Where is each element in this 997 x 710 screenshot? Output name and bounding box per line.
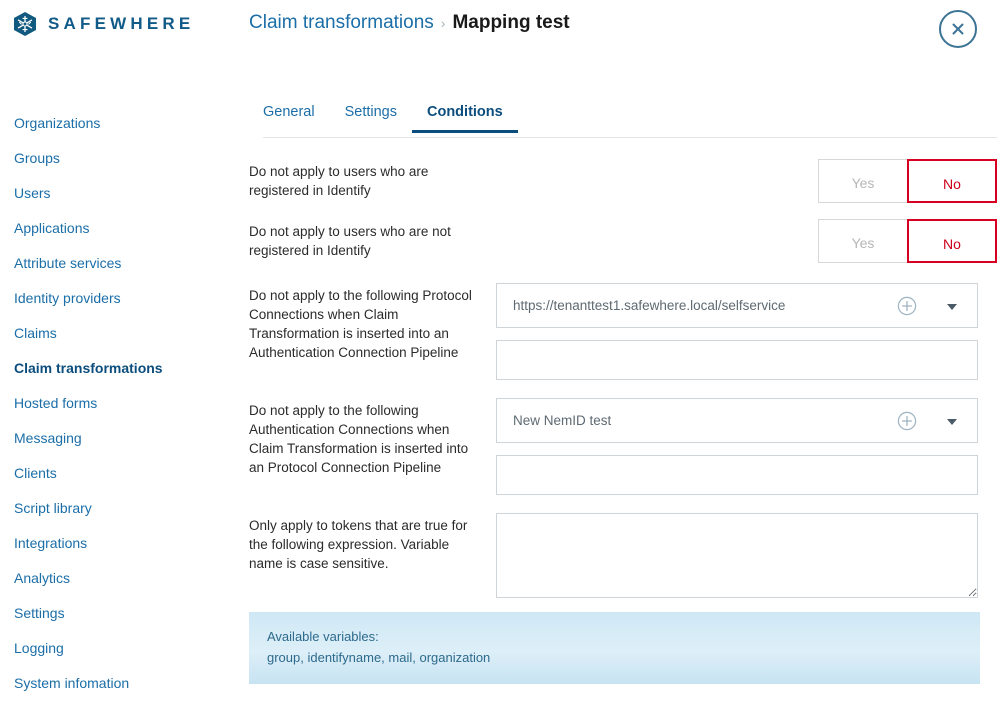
row-not-registered-in-identify: Do not apply to users who are not regist… [249,219,997,263]
toggle-registered-yes[interactable]: Yes [818,159,908,203]
plus-circle-icon[interactable] [897,296,917,316]
close-icon [950,21,966,37]
protocol-connections-secondary-box[interactable] [496,340,978,380]
sidebar-item-groups[interactable]: Groups [0,141,235,176]
sidebar-item-script-library[interactable]: Script library [0,491,235,526]
sidebar-item-organizations[interactable]: Organizations [0,106,235,141]
brand-logo[interactable]: SAFEWHERE [12,11,194,37]
breadcrumb: Claim transformations › Mapping test [249,12,570,34]
page-title: Mapping test [452,12,570,33]
conditions-form: Do not apply to users who are registered… [235,159,997,684]
tab-conditions[interactable]: Conditions [412,100,518,133]
protocol-connections-selected-value: https://tenanttest1.safewhere.local/self… [513,298,786,313]
app-header: SAFEWHERE Claim transformations › Mappin… [0,0,997,92]
sidebar-item-applications[interactable]: Applications [0,211,235,246]
breadcrumb-separator-icon: › [440,15,446,31]
row-label: Do not apply to users who are registered… [249,164,429,198]
authentication-connections-select[interactable]: New NemID test [496,398,978,443]
sidebar-item-claims[interactable]: Claims [0,316,235,351]
row-field: https://tenanttest1.safewhere.local/self… [496,283,997,380]
available-variables-title: Available variables: [267,629,379,644]
row-registered-in-identify: Do not apply to users who are registered… [249,159,997,203]
row-field: Yes No [496,159,997,203]
sidebar-item-clients[interactable]: Clients [0,456,235,491]
tab-general[interactable]: General [263,100,330,133]
sidebar-nav: Organizations Groups Users Applications … [0,100,235,701]
tab-settings[interactable]: Settings [330,100,412,133]
toggle-not-registered-no[interactable]: No [907,219,997,263]
toggle-not-registered-yes[interactable]: Yes [818,219,908,263]
toggle-not-registered: Yes No [496,219,997,263]
row-protocol-connections: Do not apply to the following Protocol C… [249,283,997,380]
row-field: Yes No [496,219,997,263]
sidebar-item-claim-transformations[interactable]: Claim transformations [0,351,235,386]
toggle-registered: Yes No [496,159,997,203]
sidebar-item-system-information[interactable]: System infomation [0,666,235,701]
sidebar-item-messaging[interactable]: Messaging [0,421,235,456]
tab-bar: General Settings Conditions [249,100,997,138]
snowflake-hexagon-icon [12,11,38,37]
breadcrumb-parent-link[interactable]: Claim transformations [249,12,434,34]
plus-circle-icon[interactable] [897,411,917,431]
row-label: Do not apply to users who are not regist… [249,224,451,258]
protocol-connections-select[interactable]: https://tenanttest1.safewhere.local/self… [496,283,978,328]
row-field: New NemID test [496,398,997,495]
authentication-connections-secondary-box[interactable] [496,455,978,495]
close-button[interactable] [939,10,977,48]
sidebar-item-users[interactable]: Users [0,176,235,211]
chevron-down-icon[interactable] [947,419,957,425]
available-variables-list: group, identifyname, mail, organization [267,650,491,665]
sidebar-item-identity-providers[interactable]: Identity providers [0,281,235,316]
row-label: Only apply to tokens that are true for t… [249,518,468,571]
sidebar-item-analytics[interactable]: Analytics [0,561,235,596]
sidebar-item-settings[interactable]: Settings [0,596,235,631]
sidebar-item-hosted-forms[interactable]: Hosted forms [0,386,235,421]
authentication-connections-selected-value: New NemID test [513,413,612,428]
chevron-down-icon[interactable] [947,304,957,310]
row-authentication-connections: Do not apply to the following Authentica… [249,398,997,495]
row-label: Do not apply to the following Protocol C… [249,288,472,360]
sidebar-item-logging[interactable]: Logging [0,631,235,666]
sidebar-item-integrations[interactable]: Integrations [0,526,235,561]
main-panel: General Settings Conditions Do not apply… [235,92,997,710]
row-expression: Only apply to tokens that are true for t… [249,513,997,598]
available-variables-banner: Available variables: group, identifyname… [249,612,980,684]
row-label: Do not apply to the following Authentica… [249,403,469,475]
brand-name: SAFEWHERE [48,14,195,33]
toggle-registered-no[interactable]: No [907,159,997,203]
row-field [496,513,997,598]
expression-textarea[interactable] [496,513,978,598]
sidebar-item-attribute-services[interactable]: Attribute services [0,246,235,281]
tab-bar-divider [263,137,997,138]
